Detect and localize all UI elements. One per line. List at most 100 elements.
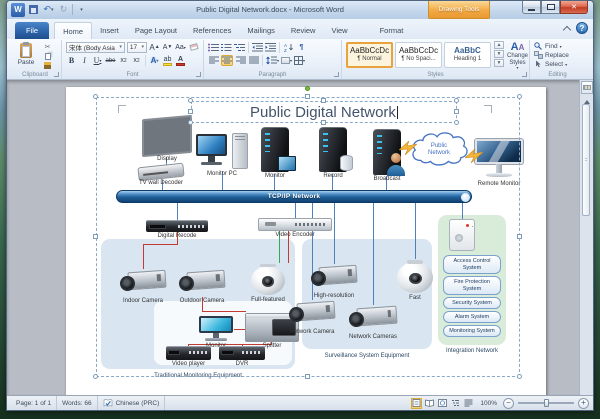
zoom-in-icon[interactable]: + xyxy=(578,398,589,409)
superscript-icon[interactable]: x2 xyxy=(131,55,142,66)
font-dialog-launcher-icon[interactable] xyxy=(196,72,201,77)
shrink-font-icon[interactable]: A▼ xyxy=(162,42,173,53)
undo-icon[interactable]: ↶▾ xyxy=(42,3,55,16)
selection-handle[interactable] xyxy=(305,374,310,379)
tab-format[interactable]: Format xyxy=(372,22,412,39)
title-bar[interactable]: W ↶▾ ↻ ▾ Public Digital Network.docx - M… xyxy=(7,1,593,19)
web-layout-view-icon[interactable] xyxy=(437,398,448,409)
diagram-node-public-network[interactable]: Public Network xyxy=(408,131,470,169)
change-case-icon[interactable]: Aa▾ xyxy=(175,42,186,53)
clear-formatting-icon[interactable] xyxy=(188,42,199,53)
scroll-up-icon[interactable] xyxy=(584,97,590,104)
selection-handle[interactable] xyxy=(517,374,522,379)
multilevel-list-icon[interactable] xyxy=(234,42,245,53)
highlight-color-icon[interactable]: ab xyxy=(162,55,173,66)
styles-scroll-down-icon[interactable]: ▼ xyxy=(494,50,504,58)
align-left-icon[interactable] xyxy=(208,55,219,66)
selection-handle[interactable] xyxy=(517,234,522,239)
cut-icon[interactable]: ✂ xyxy=(42,43,53,51)
tcp-ip-network-bar[interactable]: TCP/IP Network xyxy=(116,190,472,203)
diagram-node-video-player[interactable]: Video player xyxy=(166,346,211,360)
replace-button[interactable]: Replace xyxy=(534,51,569,59)
rotate-handle[interactable] xyxy=(305,86,310,91)
restore-button[interactable] xyxy=(541,1,560,14)
document-page[interactable]: Public Digital Network TCP/IP NetworkDis… xyxy=(66,87,546,395)
shading-icon[interactable]: ▾ xyxy=(281,55,292,66)
print-layout-view-icon[interactable] xyxy=(411,398,422,409)
diagram-node-record[interactable]: Record xyxy=(314,127,352,172)
outline-view-icon[interactable] xyxy=(450,398,461,409)
selection-handle[interactable] xyxy=(517,94,522,99)
diagram-node-full-featured[interactable]: Full-featured xyxy=(249,263,287,296)
show-paragraph-marks-icon[interactable]: ¶ xyxy=(296,42,307,53)
redo-icon[interactable]: ↻ xyxy=(57,3,70,16)
borders-icon[interactable]: ▾ xyxy=(294,55,305,66)
style-card-0[interactable]: AaBbCcDc¶ Normal xyxy=(346,42,393,68)
selection-handle[interactable] xyxy=(454,109,459,114)
strikethrough-icon[interactable]: abe xyxy=(105,55,116,66)
style-card-2[interactable]: AaBbCHeading 1 xyxy=(444,42,491,68)
diagram-node-network-cameras[interactable]: Network Cameras xyxy=(349,305,397,333)
tab-view[interactable]: View xyxy=(323,22,355,39)
decrease-indent-icon[interactable] xyxy=(252,42,263,53)
qat-customize-icon[interactable]: ▾ xyxy=(75,3,88,16)
scrollbar-thumb[interactable] xyxy=(582,104,590,216)
system-button-monitoring-system[interactable]: Monitoring System xyxy=(443,325,501,337)
diagram-node-fast[interactable]: Fast xyxy=(395,259,435,294)
diagram-node-tv-wall-decoder[interactable]: TV wall Decoder xyxy=(138,165,184,179)
diagram-node-digital-recode[interactable]: Digital Recode xyxy=(146,220,208,232)
increase-indent-icon[interactable] xyxy=(265,42,276,53)
zoom-out-icon[interactable]: − xyxy=(503,398,514,409)
diagram-node-dvr[interactable]: DVR xyxy=(219,346,265,360)
tab-page-layout[interactable]: Page Layout xyxy=(127,22,185,39)
styles-scroll-up-icon[interactable]: ▲ xyxy=(494,41,504,49)
selection-handle[interactable] xyxy=(93,374,98,379)
clipboard-dialog-launcher-icon[interactable] xyxy=(54,72,59,77)
bold-icon[interactable]: B xyxy=(66,55,77,66)
line-spacing-icon[interactable]: ▾ xyxy=(266,55,279,66)
selection-handle[interactable] xyxy=(93,94,98,99)
select-button[interactable]: Select▾ xyxy=(534,60,569,68)
diagram-node-network-camera[interactable]: Network Camera xyxy=(289,300,335,328)
ruler-toggle-icon[interactable] xyxy=(581,81,593,94)
system-button-access-control-system[interactable]: Access Control System xyxy=(443,255,501,274)
tab-home[interactable]: Home xyxy=(54,22,92,39)
font-name-combobox[interactable]: 宋体 (Body Asia▾ xyxy=(66,42,125,53)
selection-handle[interactable] xyxy=(305,94,310,99)
fullscreen-reading-view-icon[interactable] xyxy=(424,398,435,409)
bullets-icon[interactable] xyxy=(208,42,219,53)
diagram-node-monitor[interactable]: Monitor xyxy=(199,316,233,342)
help-icon[interactable]: ? xyxy=(576,22,588,34)
minimize-ribbon-icon[interactable] xyxy=(562,23,572,33)
system-button-alarm-system[interactable]: Alarm System xyxy=(443,311,501,323)
diagram-node-indoor-camera[interactable]: Indoor Camera xyxy=(120,269,166,297)
tab-review[interactable]: Review xyxy=(283,22,324,39)
numbering-icon[interactable] xyxy=(221,42,232,53)
subscript-icon[interactable]: x2 xyxy=(118,55,129,66)
diagram-node-monitor[interactable]: Monitor xyxy=(256,127,294,172)
diagram-node-display[interactable]: Display xyxy=(142,117,192,155)
selection-handle[interactable] xyxy=(321,98,326,103)
italic-icon[interactable]: I xyxy=(79,55,90,66)
zoom-slider[interactable] xyxy=(518,402,574,404)
find-button[interactable]: Find▾ xyxy=(534,42,569,50)
page-indicator[interactable]: Page: 1 of 1 xyxy=(11,396,57,410)
sort-icon[interactable]: AZ xyxy=(283,42,294,53)
style-card-1[interactable]: AaBbCcDc¶ No Spaci... xyxy=(395,42,442,68)
proofing-status[interactable]: Chinese (PRC) xyxy=(98,396,166,410)
styles-more-icon[interactable]: ▼ xyxy=(494,59,504,67)
selection-handle[interactable] xyxy=(454,98,459,103)
selection-handle[interactable] xyxy=(188,120,193,125)
zoom-level[interactable]: 100% xyxy=(476,400,501,407)
word-count[interactable]: Words: 66 xyxy=(57,396,98,410)
align-center-icon[interactable] xyxy=(221,55,233,66)
selection-handle[interactable] xyxy=(93,234,98,239)
format-painter-icon[interactable] xyxy=(42,62,53,69)
diagram-node-accessdev[interactable] xyxy=(449,219,475,251)
diagram-node-outdoor-camera[interactable]: Outdoor Camera xyxy=(179,269,225,297)
draft-view-icon[interactable] xyxy=(463,398,474,409)
diagram-node-high-resolution[interactable]: High-resolution xyxy=(311,264,357,292)
justify-icon[interactable] xyxy=(248,55,259,66)
minimize-button[interactable] xyxy=(522,1,541,14)
text-effects-icon[interactable]: A▾ xyxy=(149,55,160,66)
